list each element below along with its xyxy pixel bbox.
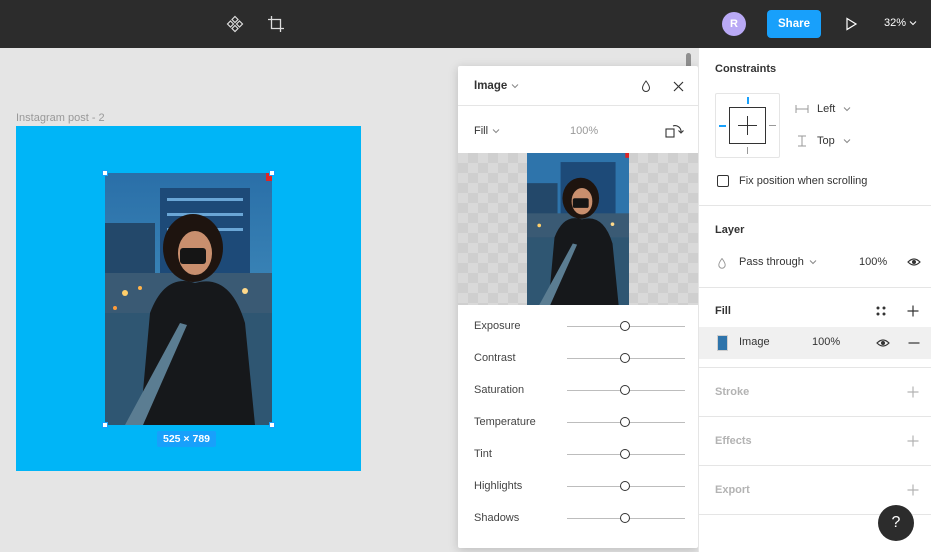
chevron-down-icon (844, 107, 851, 112)
resize-handle-top-left[interactable] (102, 170, 108, 176)
adjustment-label: Exposure (474, 320, 521, 332)
vertical-constraint-dropdown[interactable]: Top (795, 135, 851, 147)
fix-position-checkbox[interactable] (717, 175, 729, 187)
adjustment-highlights: Highlights (458, 475, 698, 499)
avatar[interactable]: R (722, 12, 746, 36)
rotate-icon[interactable] (664, 122, 686, 140)
frame-label[interactable]: Instagram post - 2 (16, 112, 105, 124)
fill-item[interactable]: Image 100% (699, 327, 931, 359)
image-thumbnail[interactable] (527, 153, 629, 305)
constraints-title: Constraints (715, 63, 777, 75)
adjustment-label: Tint (474, 448, 492, 460)
image-preview (458, 153, 698, 305)
adjustment-shadows: Shadows (458, 507, 698, 531)
image-panel-title: Image (474, 80, 508, 92)
zoom-level: 32% (884, 17, 907, 29)
frame-instagram-post[interactable]: 525 × 789 (16, 126, 361, 471)
chevron-down-icon (909, 21, 917, 26)
blend-mode-dropdown[interactable]: Pass through (739, 256, 817, 268)
stroke-title: Stroke (715, 386, 750, 398)
slider-knob[interactable] (620, 417, 630, 427)
adjustment-label: Saturation (474, 384, 525, 396)
fix-position-label[interactable]: Fix position when scrolling (739, 175, 867, 187)
image-opacity[interactable]: 100% (570, 125, 598, 137)
adjustment-label: Shadows (474, 512, 520, 524)
play-icon[interactable] (839, 12, 863, 36)
adjustment-exposure: Exposure (458, 315, 698, 339)
fill-mode-row: Fill 100% (458, 116, 698, 146)
help-button[interactable]: ? (878, 505, 914, 541)
divider (699, 465, 931, 466)
constraint-right[interactable] (769, 125, 776, 126)
adjustment-temperature: Temperature (458, 411, 698, 435)
constraint-top-active[interactable] (747, 97, 749, 104)
slider-knob[interactable] (620, 449, 630, 459)
image-type-dropdown[interactable]: Image (474, 80, 519, 92)
properties-sidebar: Constraints Left Top Fix position when s… (698, 48, 931, 552)
divider (699, 416, 931, 417)
chevron-down-icon (492, 129, 500, 134)
resize-handle-top-right[interactable] (269, 170, 275, 176)
eye-icon[interactable] (906, 255, 922, 269)
slider-knob[interactable] (620, 513, 630, 523)
components-icon[interactable] (223, 12, 247, 36)
vertical-constraint-icon (798, 135, 806, 147)
resize-handle-bottom-left[interactable] (102, 422, 108, 428)
divider (699, 367, 931, 368)
adjustment-saturation: Saturation (458, 379, 698, 403)
adjustment-label: Highlights (474, 480, 523, 492)
chevron-down-icon (809, 260, 817, 265)
dimension-label: 525 × 789 (157, 431, 217, 447)
effects-title: Effects (715, 435, 752, 447)
adjustment-label: Temperature (474, 416, 536, 428)
crop-icon[interactable] (264, 12, 288, 36)
fill-item-opacity[interactable]: 100% (812, 336, 840, 348)
share-button[interactable]: Share (767, 10, 821, 38)
drop-icon[interactable] (638, 78, 654, 94)
vertical-constraint-value: Top (817, 135, 835, 147)
add-stroke-icon[interactable] (905, 384, 921, 400)
slider-knob[interactable] (620, 321, 630, 331)
chevron-down-icon (511, 84, 519, 89)
resize-handle-bottom-right[interactable] (269, 422, 275, 428)
layer-title: Layer (715, 224, 745, 236)
adjustment-tint: Tint (458, 443, 698, 467)
add-effect-icon[interactable] (905, 433, 921, 449)
zoom-dropdown[interactable]: 32% (884, 17, 917, 29)
add-export-icon[interactable] (905, 482, 921, 498)
constraint-cross (738, 125, 757, 126)
remove-fill-icon[interactable] (906, 336, 922, 350)
adjustment-contrast: Contrast (458, 347, 698, 371)
constraints-widget[interactable] (715, 93, 780, 158)
chevron-down-icon (843, 139, 851, 144)
slider-knob[interactable] (620, 353, 630, 363)
export-title: Export (715, 484, 750, 496)
blend-mode-icon (717, 257, 727, 269)
image-panel-header: Image (458, 66, 698, 106)
eye-icon[interactable] (875, 336, 891, 350)
fill-item-label[interactable]: Image (739, 336, 770, 348)
image-fill-swatch[interactable] (717, 335, 728, 351)
fill-mode-label: Fill (474, 125, 489, 137)
constraint-left-active[interactable] (719, 125, 726, 127)
slider-knob[interactable] (620, 481, 630, 491)
horizontal-constraint-dropdown[interactable]: Left (795, 103, 851, 115)
toolbar: R Share 32% (0, 0, 931, 48)
constraint-bottom[interactable] (747, 147, 748, 154)
horizontal-constraint-icon (795, 105, 809, 113)
image-settings-panel: Image Fill 100% Exposure Contrast Satura… (458, 66, 698, 548)
selected-image[interactable] (105, 173, 272, 425)
divider (699, 205, 931, 206)
layer-opacity[interactable]: 100% (859, 256, 887, 268)
horizontal-constraint-value: Left (817, 103, 836, 115)
blend-mode-value: Pass through (739, 256, 804, 268)
slider-knob[interactable] (620, 385, 630, 395)
divider (699, 287, 931, 288)
styles-grid-icon[interactable] (873, 303, 889, 319)
close-icon[interactable] (670, 78, 686, 94)
fill-title: Fill (715, 305, 731, 317)
add-fill-icon[interactable] (905, 303, 921, 319)
fill-mode-dropdown[interactable]: Fill (474, 125, 500, 137)
adjustment-label: Contrast (474, 352, 516, 364)
